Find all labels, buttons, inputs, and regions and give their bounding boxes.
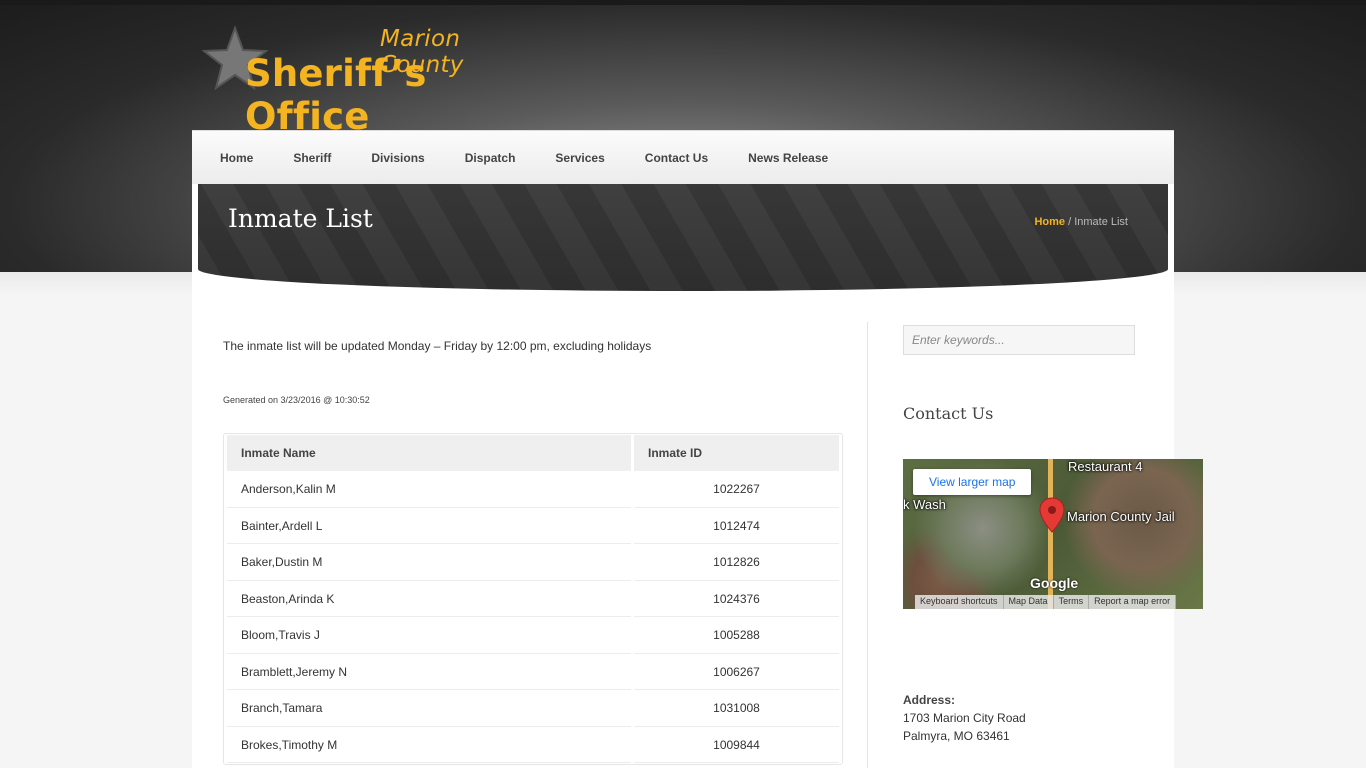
inmate-id: 1005288: [634, 618, 839, 654]
column-header-id: Inmate ID: [634, 435, 839, 471]
table-row: Beaston,Arinda K 1024376: [227, 582, 839, 617]
content-container: Home Sheriff Divisions Dispatch Services…: [192, 130, 1203, 768]
inmate-name: Anderson,Kalin M: [227, 472, 631, 508]
inmate-name: Beaston,Arinda K: [227, 582, 631, 617]
address-line-2: Palmyra, MO 63461: [903, 729, 1010, 743]
table-row: Branch,Tamara 1031008: [227, 691, 839, 727]
google-logo: Google: [1030, 575, 1079, 591]
inmate-name: Bainter,Ardell L: [227, 509, 631, 544]
contact-heading: Contact Us: [903, 404, 994, 423]
breadcrumb-current: Inmate List: [1074, 216, 1128, 228]
map-label-restaurant: Restaurant 4: [1068, 459, 1143, 474]
inmate-id: 1012826: [634, 545, 839, 581]
inmate-id: 1012474: [634, 509, 839, 544]
main-nav: Home Sheriff Divisions Dispatch Services…: [192, 130, 1174, 184]
map-keyboard-shortcuts-link[interactable]: Keyboard shortcuts: [915, 595, 1004, 609]
inmate-id: 1006267: [634, 655, 839, 690]
map-data-link[interactable]: Map Data: [1004, 595, 1054, 609]
nav-contact-us[interactable]: Contact Us: [625, 131, 728, 185]
table-row: Brokes,Timothy M 1009844: [227, 728, 839, 763]
breadcrumb-separator: /: [1065, 216, 1075, 228]
nav-divisions[interactable]: Divisions: [351, 131, 444, 185]
column-header-name: Inmate Name: [227, 435, 631, 471]
inmate-id: 1031008: [634, 691, 839, 727]
search-input[interactable]: [903, 325, 1135, 355]
logo-office: Sheriff’s Office: [245, 52, 427, 138]
address-label: Address:: [903, 693, 956, 707]
page-title-bar: Inmate List Home / Inmate List: [198, 184, 1168, 291]
embedded-map[interactable]: View larger map Restaurant 4 k Wash Mari…: [903, 459, 1203, 609]
update-notice: The inmate list will be updated Monday –…: [223, 339, 652, 353]
breadcrumb-home-link[interactable]: Home: [1034, 216, 1065, 228]
nav-sheriff[interactable]: Sheriff: [273, 131, 351, 185]
map-label-wash: k Wash: [903, 497, 946, 512]
map-report-error-link[interactable]: Report a map error: [1089, 595, 1177, 609]
inmate-name: Brokes,Timothy M: [227, 728, 631, 763]
table-row: Baker,Dustin M 1012826: [227, 545, 839, 581]
table-row: Anderson,Kalin M 1022267: [227, 472, 839, 508]
nav-services[interactable]: Services: [535, 131, 624, 185]
nav-home[interactable]: Home: [200, 131, 273, 185]
address-block: Address: 1703 Marion City Road Palmyra, …: [903, 691, 1026, 745]
table-row: Bloom,Travis J 1005288: [227, 618, 839, 654]
map-pin-icon[interactable]: [1039, 497, 1065, 533]
table-row: Bramblett,Jeremy N 1006267: [227, 655, 839, 690]
table-row: Bainter,Ardell L 1012474: [227, 509, 839, 544]
view-larger-map-button[interactable]: View larger map: [913, 469, 1032, 495]
inmate-name: Bloom,Travis J: [227, 618, 631, 654]
map-footer: Keyboard shortcuts Map Data Terms Report…: [915, 595, 1177, 609]
inmate-name: Bramblett,Jeremy N: [227, 655, 631, 690]
page-title: Inmate List: [228, 204, 373, 233]
inmate-id: 1022267: [634, 472, 839, 508]
inmate-table: Inmate Name Inmate ID Anderson,Kalin M 10…: [223, 433, 843, 765]
generated-timestamp: Generated on 3/23/2016 @ 10:30:52: [223, 395, 370, 405]
sidebar-divider: [867, 322, 868, 768]
inmate-name: Baker,Dustin M: [227, 545, 631, 581]
map-label-jail: Marion County Jail: [1067, 509, 1175, 524]
inmate-name: Branch,Tamara: [227, 691, 631, 727]
site-logo[interactable]: Marion County Sheriff’s Office: [200, 24, 540, 138]
address-line-1: 1703 Marion City Road: [903, 711, 1026, 725]
nav-dispatch[interactable]: Dispatch: [445, 131, 536, 185]
map-terms-link[interactable]: Terms: [1054, 595, 1090, 609]
breadcrumb: Home / Inmate List: [1034, 216, 1128, 228]
inmate-id: 1009844: [634, 728, 839, 763]
nav-news-release[interactable]: News Release: [728, 131, 848, 185]
inmate-id: 1024376: [634, 582, 839, 617]
